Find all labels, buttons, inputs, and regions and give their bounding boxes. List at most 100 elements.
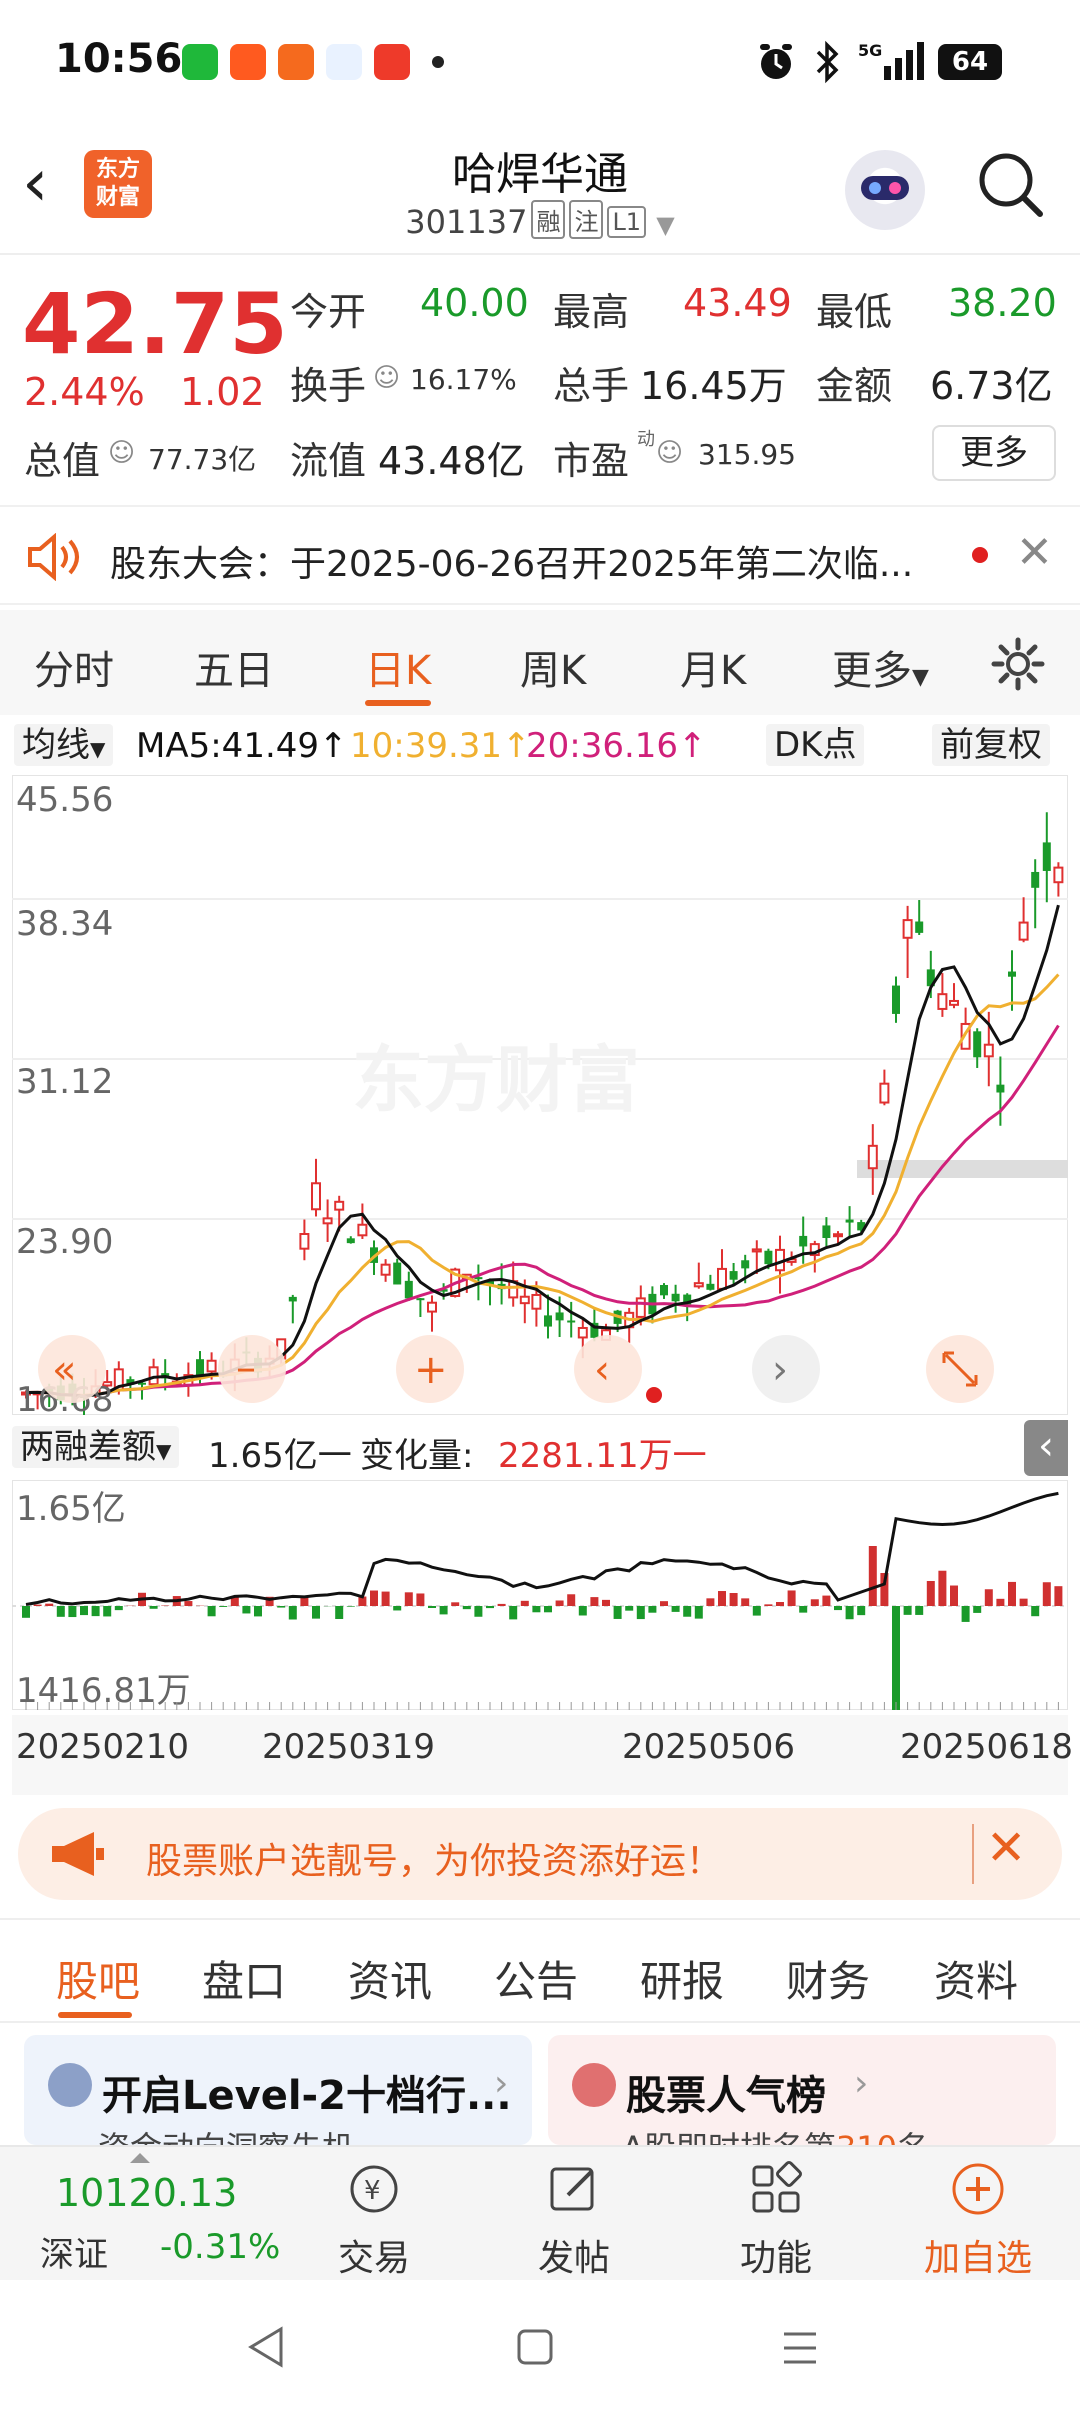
kline-chart[interactable]: 东方财富 45.56 38.34 31.12 23.90 16.68 « – +… bbox=[12, 775, 1068, 1415]
trade-label: 交易 bbox=[337, 2238, 410, 2279]
dk-point-button[interactable]: DK点 bbox=[766, 724, 865, 766]
margin-y-top: 1.65亿 bbox=[16, 1489, 126, 1529]
stock-code: 301137 bbox=[405, 203, 528, 241]
popularity-card[interactable]: 股票人气榜 › A股即时排名第310名 bbox=[548, 2035, 1056, 2145]
candle-body bbox=[555, 1312, 564, 1321]
margin-bar bbox=[242, 1606, 251, 1614]
grid-icon bbox=[752, 2161, 802, 2213]
margin-bar bbox=[91, 1606, 100, 1617]
scroll-first-button[interactable]: « bbox=[38, 1335, 106, 1403]
add-watchlist-button[interactable]: 加自选 bbox=[878, 2147, 1078, 2282]
candle-body bbox=[519, 1295, 530, 1305]
float-cap-label: 流值 bbox=[290, 439, 367, 483]
scroll-right-button[interactable]: › bbox=[752, 1335, 820, 1403]
tab-more[interactable]: 更多▼ bbox=[832, 638, 929, 696]
tab-research[interactable]: 研报 bbox=[640, 1948, 724, 2009]
tab-news[interactable]: 资讯 bbox=[348, 1948, 432, 2009]
nav-home-icon[interactable] bbox=[515, 2327, 555, 2367]
info-icon[interactable]: ☺ bbox=[373, 363, 400, 393]
trade-button[interactable]: ¥ 交易 bbox=[274, 2147, 474, 2282]
quote-panel: 42.75 2.44% 1.02 今开 40.00 最高 43.49 最低 38… bbox=[0, 255, 1080, 505]
margin-bar bbox=[370, 1590, 378, 1606]
margin-bar bbox=[892, 1606, 900, 1710]
info-icon[interactable]: ☺ bbox=[108, 438, 135, 468]
more-quote-button[interactable]: 更多 bbox=[932, 425, 1056, 481]
margin-bar bbox=[984, 1589, 993, 1606]
tab-five-day[interactable]: 五日 bbox=[194, 638, 274, 696]
margin-indicator-header: 两融差额▼ 1.65亿一 变化量: 2281.11万一 ‹ bbox=[12, 1420, 1068, 1480]
index-ticker[interactable]: 10120.13 深证 -0.31% bbox=[0, 2147, 280, 2282]
candle-body bbox=[937, 993, 948, 1010]
candle-body bbox=[1031, 871, 1040, 888]
zoom-out-button[interactable]: – bbox=[218, 1335, 286, 1403]
indicator-selector[interactable]: 均线▼ bbox=[14, 724, 114, 766]
margin-bar bbox=[486, 1606, 494, 1609]
tab-announcements[interactable]: 公告 bbox=[494, 1948, 578, 2009]
search-icon[interactable] bbox=[976, 150, 1046, 220]
margin-bar bbox=[938, 1570, 947, 1606]
margin-bar bbox=[520, 1600, 529, 1606]
svg-text:¥: ¥ bbox=[364, 2176, 381, 2206]
popularity-subtitle: A股即时排名第310名 bbox=[622, 2123, 929, 2145]
margin-bar bbox=[149, 1606, 158, 1609]
ai-assistant-avatar[interactable] bbox=[845, 150, 925, 230]
tab-weekly-k[interactable]: 周K bbox=[520, 638, 586, 696]
candle-body bbox=[949, 999, 959, 1006]
margin-bar bbox=[776, 1602, 784, 1606]
index-change: -0.31% bbox=[160, 2227, 281, 2267]
adjust-selector[interactable]: 前复权 bbox=[932, 724, 1050, 766]
tab-daily-k[interactable]: 日K bbox=[365, 638, 431, 696]
candle-body bbox=[635, 1297, 646, 1318]
collapse-panel-button[interactable]: ‹ bbox=[1024, 1420, 1068, 1476]
margin-bar bbox=[497, 1603, 506, 1606]
candle-body bbox=[567, 1320, 576, 1323]
nav-menu-icon[interactable] bbox=[780, 2328, 820, 2368]
promo-banner[interactable]: 股票账户选靓号，为你投资添好运！ ✕ bbox=[18, 1808, 1062, 1900]
event-marker[interactable] bbox=[646, 1387, 662, 1403]
unread-dot bbox=[972, 547, 988, 563]
margin-bar bbox=[602, 1599, 610, 1606]
tab-order-book[interactable]: 盘口 bbox=[202, 1948, 286, 2009]
margin-bar bbox=[1008, 1581, 1016, 1606]
margin-bar bbox=[718, 1591, 726, 1606]
tab-financials[interactable]: 财务 bbox=[786, 1948, 870, 2009]
zoom-in-button[interactable]: + bbox=[396, 1335, 464, 1403]
level2-title: 开启Level-2十档行... bbox=[102, 2073, 512, 2119]
functions-button[interactable]: 功能 bbox=[676, 2147, 876, 2282]
close-icon[interactable]: ✕ bbox=[986, 1820, 1026, 1876]
post-button[interactable]: 发帖 bbox=[474, 2147, 674, 2282]
ma-bar: 均线▼ MA5:41.49↑ 10:39.31↑ 20:36.16↑ DK点 前… bbox=[0, 720, 1080, 770]
margin-bar bbox=[1031, 1606, 1040, 1617]
date-label-3: 20250506 bbox=[622, 1727, 796, 1767]
date-label-1: 20250210 bbox=[16, 1727, 190, 1767]
level2-card[interactable]: 开启Level-2十档行... › 资金动向洞察先机 bbox=[24, 2035, 532, 2145]
app-notification-icon-2 bbox=[326, 44, 362, 80]
margin-indicator-selector[interactable]: 两融差额▼ bbox=[12, 1426, 180, 1468]
gear-icon[interactable] bbox=[990, 636, 1046, 692]
margin-bar bbox=[474, 1606, 483, 1617]
tab-forum[interactable]: 股吧 bbox=[56, 1948, 140, 2009]
ma5-value: MA5:41.49↑ bbox=[136, 726, 348, 766]
notice-bar[interactable]: 股东大会：于2025-06-26召开2025年第二次临... ✕ bbox=[0, 505, 1080, 605]
margin-bar bbox=[509, 1606, 518, 1620]
index-value: 10120.13 bbox=[56, 2171, 238, 2215]
scroll-left-button[interactable]: ‹ bbox=[574, 1335, 642, 1403]
nav-back-icon[interactable] bbox=[245, 2325, 285, 2369]
candle-body bbox=[973, 1031, 982, 1058]
close-icon[interactable]: ✕ bbox=[1016, 527, 1053, 578]
index-name: 深证 bbox=[40, 2235, 108, 2275]
tab-monthly-k[interactable]: 月K bbox=[680, 638, 746, 696]
tab-timeshare[interactable]: 分时 bbox=[34, 638, 114, 696]
tab-profile[interactable]: 资料 bbox=[934, 1948, 1018, 2009]
margin-bar bbox=[103, 1606, 112, 1617]
float-cap-value: 43.48亿 bbox=[378, 439, 525, 483]
candle-body bbox=[693, 1282, 704, 1288]
info-icon[interactable]: ☺ bbox=[656, 438, 683, 468]
turnover-label: 换手 bbox=[290, 364, 367, 408]
margin-bar bbox=[207, 1606, 216, 1617]
margin-balance-value: 1.65亿一 bbox=[208, 1436, 352, 1476]
margin-bar bbox=[462, 1606, 471, 1610]
candle-body bbox=[577, 1326, 588, 1339]
margin-chart[interactable]: 1.65亿 1416.81万 bbox=[12, 1480, 1068, 1710]
fullscreen-button[interactable] bbox=[926, 1335, 994, 1403]
